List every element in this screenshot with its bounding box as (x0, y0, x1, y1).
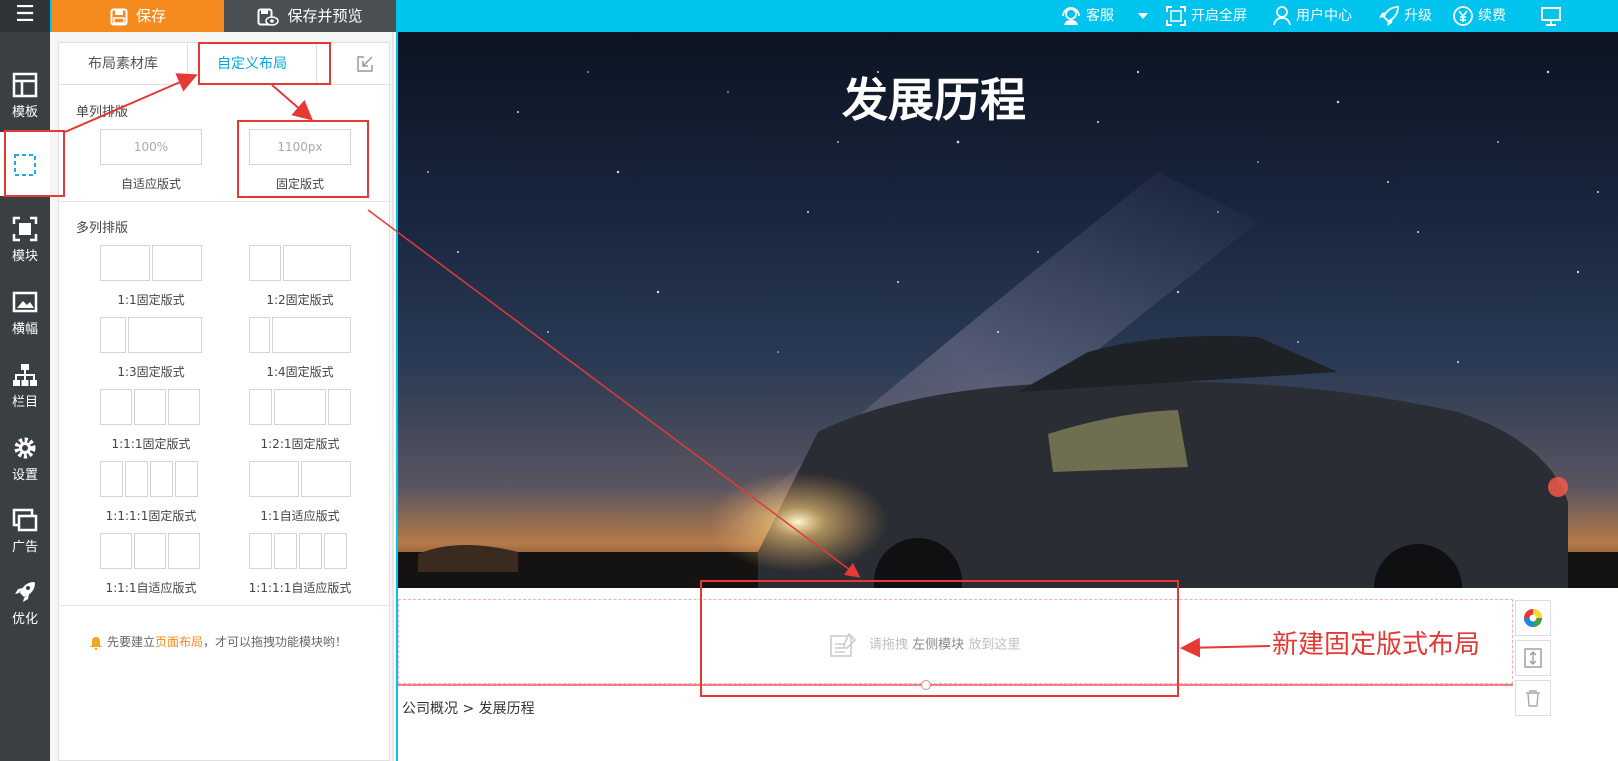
color-button[interactable] (1515, 600, 1551, 636)
layout-caption: 1:2固定版式 (266, 293, 334, 307)
module-icon (12, 216, 38, 242)
multi-column-title: 多列排版 (76, 221, 129, 236)
divider (59, 201, 391, 202)
layout-option-1-4-fixed[interactable] (249, 317, 351, 353)
sidebar-item-banner[interactable]: 横幅 (0, 279, 50, 349)
sidebar-item-label: 栏目 (11, 395, 38, 410)
annotation-box-new-layout (700, 580, 1179, 697)
service-dropdown[interactable] (1137, 0, 1153, 32)
renew-button[interactable]: 续费 (1452, 0, 1506, 32)
gear-icon (14, 437, 36, 459)
rocket-icon (1379, 6, 1399, 26)
divider (59, 605, 391, 606)
column-icon (13, 364, 37, 386)
layout-option-1-1-1-1-fixed[interactable] (100, 461, 198, 497)
fullscreen-label: 开启全屏 (1191, 8, 1247, 24)
layout-caption: 1:1自适应版式 (260, 509, 340, 523)
user-center-button[interactable]: 用户中心 (1272, 0, 1352, 32)
tip-prefix: 先要建立 (107, 635, 156, 649)
user-center-label: 用户中心 (1296, 8, 1352, 24)
layout-option-1-1-fixed[interactable] (100, 245, 202, 281)
export-icon (357, 56, 373, 72)
layout-option-1-1-1-fixed[interactable] (100, 389, 200, 425)
sidebar-item-module[interactable]: 模块 (0, 206, 50, 276)
ad-icon (12, 508, 38, 532)
layout-option-adaptive[interactable]: 100% (100, 129, 202, 165)
sidebar-item-label: 模块 (11, 249, 38, 264)
yuan-icon (1453, 6, 1473, 26)
upgrade-button[interactable]: 升级 (1376, 0, 1432, 32)
layout-caption: 自适应版式 (120, 177, 181, 191)
monitor-icon (1541, 7, 1561, 26)
banner-image: 发展历程 (398, 32, 1618, 588)
bell-icon (90, 636, 102, 650)
sidebar-item-optimize[interactable]: 优化 (0, 569, 50, 639)
fullscreen-icon (1166, 6, 1186, 26)
banner-icon (12, 291, 38, 313)
save-label: 保存 (135, 7, 166, 25)
annotation-box-custom-tab (198, 42, 331, 85)
height-icon (1524, 648, 1542, 668)
layout-option-1-1-adaptive[interactable] (249, 461, 351, 497)
user-icon (1273, 6, 1291, 26)
layout-option-1-3-fixed[interactable] (100, 317, 202, 353)
layout-caption: 1:2:1固定版式 (260, 437, 340, 451)
layout-option-1-1-1-1-adaptive[interactable] (249, 533, 347, 569)
sidebar-item-template[interactable]: 模板 (0, 62, 50, 132)
save-preview-label: 保存并预览 (287, 7, 363, 25)
headset-icon (1062, 7, 1080, 25)
annotation-box-fixed-layout (237, 120, 369, 198)
save-icon (110, 8, 128, 25)
save-button[interactable]: 保存 (52, 0, 224, 32)
breadcrumb: 公司概况 > 发展历程 (402, 701, 535, 717)
layout-option-1-1-1-adaptive[interactable] (100, 533, 200, 569)
layout-caption: 1:1:1固定版式 (111, 437, 191, 451)
sidebar-item-column[interactable]: 栏目 (0, 352, 50, 422)
service-label: 客服 (1086, 8, 1114, 24)
layout-caption: 1:1:1:1自适应版式 (248, 581, 352, 595)
caret-down-icon (1138, 13, 1148, 19)
renew-label: 续费 (1478, 8, 1506, 24)
tip-link[interactable]: 页面布局 (155, 635, 203, 649)
sidebar-item-label: 横幅 (11, 322, 38, 337)
tip-suffix: ，才可以拖拽功能模块哟！ (203, 635, 348, 649)
trash-icon (1526, 690, 1540, 707)
layout-tip: 先要建立页面布局，才可以拖拽功能模块哟！ (89, 633, 347, 650)
tab-layout-library[interactable]: 布局素材库 (59, 43, 187, 85)
annotation-box-layout-icon (4, 130, 65, 197)
banner-title: 发展历程 (842, 74, 1026, 126)
left-icon-bar: ☰ 模板 模块 横幅 栏目 设置 广告 优化 (0, 0, 50, 761)
service-button[interactable]: 客服 (1060, 0, 1114, 32)
layout-option-1-2-1-fixed[interactable] (249, 389, 351, 425)
layout-caption: 1:1:1:1固定版式 (105, 509, 197, 523)
sidebar-item-label: 广告 (11, 540, 38, 555)
annotation-label: 新建固定版式布局 (1272, 630, 1481, 659)
fullscreen-button[interactable]: 开启全屏 (1165, 0, 1247, 32)
template-icon (12, 72, 38, 98)
single-column-title: 单列排版 (76, 105, 129, 120)
top-toolbar: 保存 保存并预览 客服 开启全屏 用户中心 升级 续费 (50, 0, 1618, 32)
layout-caption: 1:1固定版式 (117, 293, 185, 307)
color-wheel-icon (1524, 609, 1542, 627)
layout-option-1-2-fixed[interactable] (249, 245, 351, 281)
sidebar-item-label: 设置 (11, 468, 38, 483)
save-preview-button[interactable]: 保存并预览 (224, 0, 396, 32)
height-adjust-button[interactable] (1515, 640, 1551, 676)
delete-button[interactable] (1515, 680, 1551, 716)
sidebar-item-label: 模板 (11, 105, 38, 120)
rocket-icon (15, 582, 35, 602)
sidebar-item-settings[interactable]: 设置 (0, 425, 50, 495)
upgrade-label: 升级 (1404, 8, 1432, 24)
menu-icon[interactable]: ☰ (0, 0, 50, 32)
sidebar-item-label: 优化 (11, 612, 38, 627)
layout-caption: 1:3固定版式 (117, 365, 185, 379)
monitor-button[interactable] (1540, 0, 1566, 32)
save-preview-icon (257, 8, 280, 26)
layout-caption: 1:4固定版式 (266, 365, 334, 379)
layout-caption: 1:1:1自适应版式 (105, 581, 197, 595)
sidebar-item-ad[interactable]: 广告 (0, 497, 50, 567)
